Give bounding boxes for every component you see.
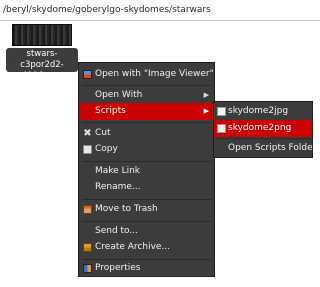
- menu-make-link-label: Make Link: [95, 166, 140, 176]
- menu-make-link[interactable]: Make Link: [79, 163, 214, 180]
- menu-create-archive[interactable]: Create Archive...: [79, 239, 214, 256]
- submenu-script-label: skydome2jpg: [228, 106, 289, 116]
- menu-separator: [82, 221, 211, 222]
- archive-icon: [83, 243, 92, 252]
- trash-icon: [83, 205, 92, 214]
- menu-cut-label: Cut: [95, 128, 111, 138]
- menu-scripts-label: Scripts: [95, 106, 126, 116]
- submenu-script-skydome2png[interactable]: skydome2png: [214, 120, 312, 137]
- properties-icon: [83, 264, 92, 273]
- submenu-arrow-icon: ▶: [203, 91, 209, 99]
- menu-copy-label: Copy: [95, 144, 118, 154]
- menu-properties-label: Properties: [95, 263, 141, 273]
- file-name-label: stwars-c3por2d2-4096.png: [6, 48, 78, 81]
- script-icon: [217, 107, 226, 116]
- menu-open-with-image-viewer[interactable]: Open with "Image Viewer": [79, 66, 214, 83]
- menu-properties[interactable]: Properties: [79, 260, 214, 277]
- submenu-open-scripts-folder[interactable]: Open Scripts Folder: [214, 140, 316, 157]
- submenu-open-scripts-folder-label: Open Scripts Folder: [228, 143, 317, 153]
- context-menu: Open with "Image Viewer" Open With ▶ Scr…: [78, 62, 215, 277]
- copy-icon: [83, 145, 92, 154]
- menu-move-to-trash-label: Move to Trash: [95, 204, 158, 214]
- submenu-arrow-icon: ▶: [203, 107, 209, 115]
- submenu-script-label: skydome2png: [228, 123, 292, 133]
- menu-create-archive-label: Create Archive...: [95, 242, 171, 252]
- menu-open-with[interactable]: Open With ▶: [79, 87, 214, 104]
- menu-open-with-image-viewer-label: Open with "Image Viewer": [95, 69, 214, 79]
- menu-move-to-trash[interactable]: Move to Trash: [79, 201, 214, 218]
- scissors-icon: ✖: [83, 128, 92, 139]
- menu-separator: [82, 161, 211, 162]
- location-bar[interactable]: /beryl/skydome/goberylgo-skydomes/starwa…: [0, 0, 320, 20]
- submenu-script-skydome2jpg[interactable]: skydome2jpg: [214, 103, 312, 120]
- image-thumbnail: [12, 24, 72, 46]
- menu-separator: [82, 122, 211, 123]
- menu-open-with-label: Open With: [95, 90, 143, 100]
- menu-separator: [82, 199, 211, 200]
- menu-rename-label: Rename...: [95, 182, 141, 192]
- menu-separator: [217, 138, 311, 139]
- image-viewer-icon: [83, 70, 92, 79]
- menu-separator: [82, 85, 211, 86]
- menu-copy[interactable]: Copy: [79, 141, 214, 158]
- menu-send-to-label: Send to...: [95, 226, 138, 236]
- menu-send-to[interactable]: Send to...: [79, 223, 214, 240]
- menu-cut[interactable]: ✖ Cut: [79, 125, 214, 142]
- menu-scripts[interactable]: Scripts ▶: [79, 103, 214, 120]
- location-divider: [0, 20, 320, 21]
- file-icon-item[interactable]: stwars-c3por2d2-4096.png: [4, 24, 80, 81]
- location-path: /beryl/skydome/goberylgo-skydomes/starwa…: [3, 5, 211, 15]
- scripts-submenu: skydome2jpg skydome2png Open Scripts Fol…: [213, 101, 316, 158]
- menu-rename[interactable]: Rename...: [79, 179, 214, 196]
- script-icon: [217, 124, 226, 133]
